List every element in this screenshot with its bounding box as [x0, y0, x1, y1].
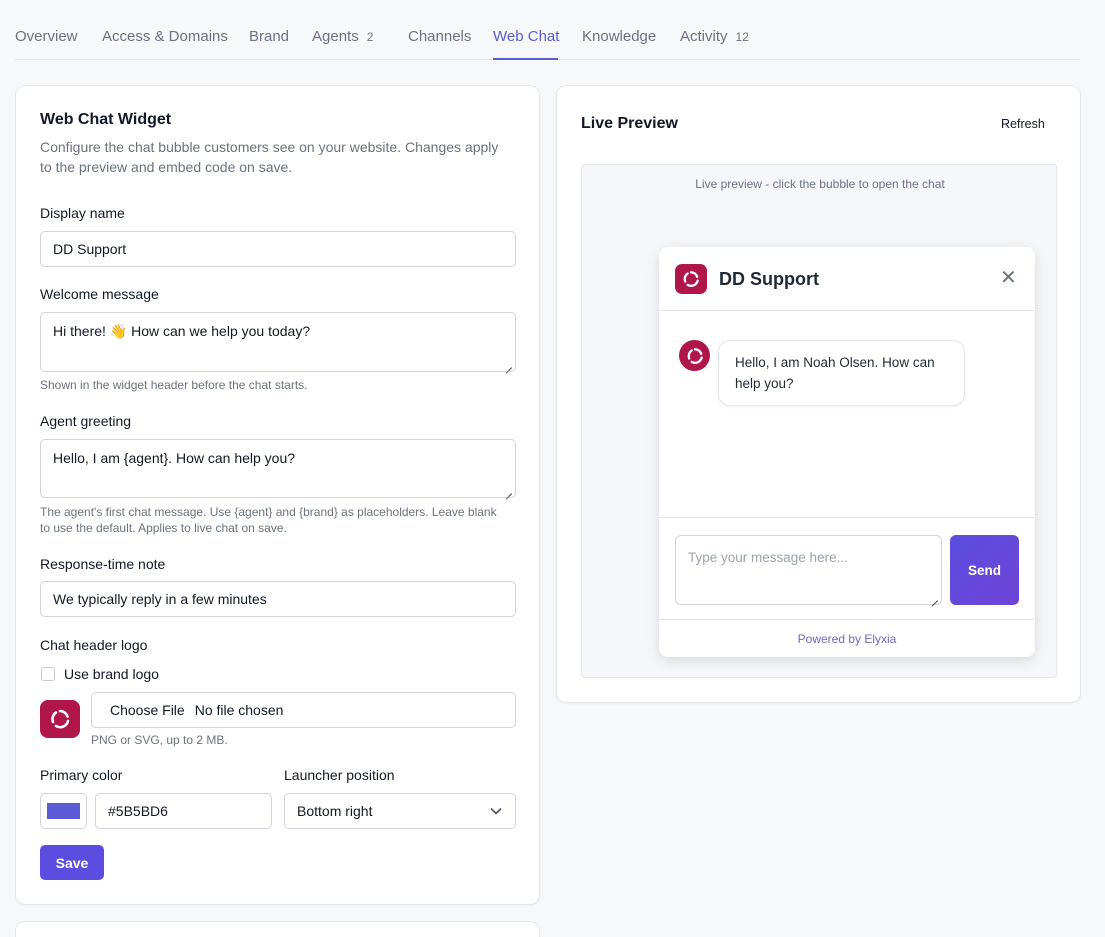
file-help: PNG or SVG, up to 2 MB.: [91, 733, 228, 747]
send-button[interactable]: Send: [950, 535, 1019, 605]
brand-refresh-logo-icon: [51, 709, 70, 729]
tab-access-domains[interactable]: Access & Domains: [102, 28, 228, 45]
primary-color-input[interactable]: #5B5BD6: [95, 793, 272, 829]
launcher-position-value: Bottom right: [297, 803, 373, 819]
tab-channels[interactable]: Channels: [408, 28, 471, 45]
tab-knowledge[interactable]: Knowledge: [582, 28, 656, 45]
chat-header-logo-label: Chat header logo: [40, 637, 148, 653]
primary-color-value: #5B5BD6: [108, 803, 168, 819]
tab-brand[interactable]: Brand: [249, 28, 289, 45]
response-time-input[interactable]: We typically reply in a few minutes: [40, 581, 516, 617]
chat-message-input[interactable]: Type your message here...: [675, 535, 942, 605]
welcome-message-label: Welcome message: [40, 286, 159, 302]
tab-label: Activity: [680, 28, 728, 45]
powered-by-link[interactable]: Powered by Elyxia: [659, 632, 1035, 646]
tab-label: Knowledge: [582, 28, 657, 45]
launcher-position-label: Launcher position: [284, 767, 395, 783]
no-file-chosen-text: No file chosen: [194, 702, 284, 718]
chat-header: DD Support ✕: [659, 247, 1035, 311]
logo-thumbnail: [40, 700, 80, 738]
agent-greeting-help: The agent's first chat message. Use {age…: [40, 505, 497, 535]
welcome-message-textarea[interactable]: Hi there! 👋 How can we help you today?: [40, 312, 516, 372]
primary-color-label: Primary color: [40, 767, 123, 783]
tab-label: Brand: [249, 28, 290, 45]
refresh-button[interactable]: Refresh: [1001, 117, 1045, 131]
agent-greeting-value: Hello, I am {agent}. How can help you?: [53, 450, 296, 466]
widget-description: Configure the chat bubble customers see …: [40, 139, 499, 175]
agent-message-bubble: Hello, I am Noah Olsen. How can help you…: [718, 340, 965, 406]
tab-activity[interactable]: Activity 12: [680, 28, 749, 45]
welcome-message-help: Shown in the widget header before the ch…: [40, 378, 308, 392]
save-button[interactable]: Save: [40, 845, 104, 880]
chat-header-logo: [675, 264, 707, 294]
widget-title: Web Chat Widget: [40, 111, 172, 128]
welcome-message-value: Hi there! 👋 How can we help you today?: [53, 323, 311, 339]
resize-handle-icon[interactable]: [504, 360, 513, 369]
agent-greeting-label: Agent greeting: [40, 413, 132, 429]
chat-input-placeholder: Type your message here...: [688, 550, 848, 565]
primary-color-swatch: [47, 803, 80, 819]
tab-label: Agents: [312, 28, 359, 45]
next-settings-card: [15, 921, 540, 937]
brand-refresh-logo-icon: [683, 271, 699, 287]
send-button-label: Send: [967, 562, 1001, 578]
chat-title: DD Support: [719, 269, 819, 289]
response-time-label: Response-time note: [40, 556, 166, 572]
preview-hint: Live preview - click the bubble to open …: [695, 177, 945, 191]
display-name-label: Display name: [40, 205, 125, 221]
close-icon[interactable]: ✕: [1000, 268, 1017, 288]
tab-count-badge: 2: [366, 30, 374, 44]
display-name-value: DD Support: [53, 241, 127, 257]
chat-window: DD Support ✕ Hello, I am Noah Olsen. How…: [659, 247, 1035, 657]
chevron-down-icon: [490, 807, 502, 815]
brand-refresh-logo-icon: [687, 347, 703, 364]
tab-label: Access & Domains: [102, 28, 228, 45]
display-name-input[interactable]: DD Support: [40, 231, 516, 267]
tab-bar: Overview Access & Domains Brand Agents 2 …: [15, 0, 1080, 60]
launcher-position-select[interactable]: Bottom right: [284, 793, 516, 829]
resize-handle-icon[interactable]: [504, 486, 513, 495]
tab-label: Web Chat: [493, 28, 560, 45]
agent-avatar: [679, 340, 710, 371]
tab-overview[interactable]: Overview: [15, 28, 78, 45]
tab-agents[interactable]: Agents 2: [312, 28, 373, 45]
agent-greeting-textarea[interactable]: Hello, I am {agent}. How can help you?: [40, 439, 516, 498]
response-time-value: We typically reply in a few minutes: [53, 591, 267, 607]
active-tab-indicator: [493, 58, 558, 60]
tab-count-badge: 12: [735, 30, 749, 44]
tab-web-chat[interactable]: Web Chat: [493, 28, 559, 45]
choose-file-button[interactable]: Choose File: [110, 702, 185, 718]
live-preview-title: Live Preview: [581, 115, 678, 132]
chat-composer: Type your message here... Send: [659, 517, 1035, 620]
tab-label: Overview: [15, 28, 78, 45]
logo-file-input[interactable]: Choose File No file chosen: [91, 692, 516, 728]
use-brand-logo-checkbox[interactable]: [41, 667, 55, 681]
resize-handle-icon[interactable]: [930, 593, 939, 602]
primary-color-swatch-button[interactable]: [40, 793, 87, 829]
tab-label: Channels: [408, 28, 472, 45]
save-button-label: Save: [55, 854, 89, 871]
use-brand-logo-label[interactable]: Use brand logo: [64, 666, 159, 682]
